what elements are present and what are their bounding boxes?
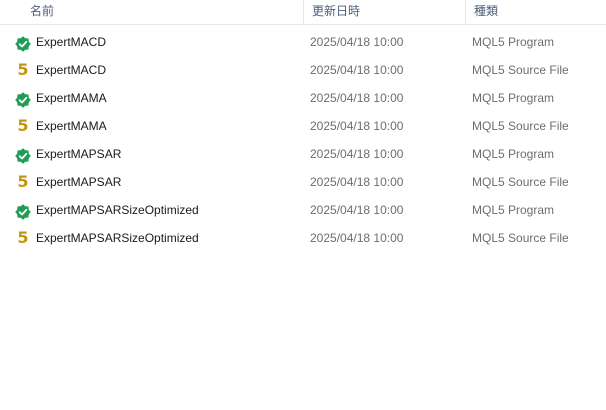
- file-type: MQL5 Program: [472, 91, 555, 105]
- file-date-modified: 2025/04/18 10:00: [310, 175, 404, 189]
- file-date-modified: 2025/04/18 10:00: [310, 203, 404, 217]
- file-row[interactable]: ExpertMAPSAR 2025/04/18 10:00 MQL5 Program: [0, 140, 606, 168]
- file-row[interactable]: 5 ExpertMAPSAR 2025/04/18 10:00 MQL5 Source…: [0, 168, 606, 196]
- file-name: ExpertMACD: [36, 35, 107, 49]
- file-row[interactable]: ExpertMAPSARSizeOptimized 2025/04/18 10:0…: [0, 196, 606, 224]
- mql5-source-icon: 5: [17, 116, 29, 135]
- mql5-source-icon: 5: [17, 60, 29, 79]
- file-name: ExpertMAMA: [36, 119, 107, 133]
- mql5-source-icon: 5: [17, 172, 29, 191]
- file-explorer-details-view: ^ 名前 更新日時 種類 ExpertMACD 2025/04/18 10:00 M…: [0, 0, 606, 410]
- file-type: MQL5 Source File: [472, 175, 569, 189]
- file-row[interactable]: ExpertMAMA 2025/04/18 10:00 MQL5 Program: [0, 84, 606, 112]
- file-name: ExpertMACD: [36, 63, 107, 77]
- column-header-name[interactable]: 名前: [0, 0, 303, 24]
- file-row[interactable]: 5 ExpertMACD 2025/04/18 10:00 MQL5 Source F…: [0, 56, 606, 84]
- file-name: ExpertMAMA: [36, 91, 107, 105]
- file-name: ExpertMAPSARSizeOptimized: [36, 203, 199, 217]
- column-header-date-modified[interactable]: 更新日時: [303, 0, 465, 24]
- file-name: ExpertMAPSARSizeOptimized: [36, 231, 199, 245]
- file-row[interactable]: 5 ExpertMAPSARSizeOptimized 2025/04/18 10:…: [0, 224, 606, 252]
- file-date-modified: 2025/04/18 10:00: [310, 63, 404, 77]
- file-type: MQL5 Program: [472, 147, 555, 161]
- file-list: ExpertMACD 2025/04/18 10:00 MQL5 Program 5 E…: [0, 28, 606, 252]
- file-row[interactable]: 5 ExpertMAMA 2025/04/18 10:00 MQL5 Source F…: [0, 112, 606, 140]
- file-date-modified: 2025/04/18 10:00: [310, 147, 404, 161]
- file-date-modified: 2025/04/18 10:00: [310, 231, 404, 245]
- file-date-modified: 2025/04/18 10:00: [310, 119, 404, 133]
- file-date-modified: 2025/04/18 10:00: [310, 91, 404, 105]
- mql5-program-icon: [15, 90, 31, 108]
- file-row[interactable]: ExpertMACD 2025/04/18 10:00 MQL5 Program: [0, 28, 606, 56]
- file-type: MQL5 Source File: [472, 231, 569, 245]
- column-header-bar: ^ 名前 更新日時 種類: [0, 0, 606, 25]
- file-type: MQL5 Source File: [472, 63, 569, 77]
- file-name: ExpertMAPSAR: [36, 175, 122, 189]
- mql5-program-icon: [15, 146, 31, 164]
- mql5-program-icon: [15, 202, 31, 220]
- file-type: MQL5 Program: [472, 203, 555, 217]
- column-header-type[interactable]: 種類: [465, 0, 606, 24]
- file-name: ExpertMAPSAR: [36, 147, 122, 161]
- file-type: MQL5 Program: [472, 35, 555, 49]
- mql5-source-icon: 5: [17, 228, 29, 247]
- file-date-modified: 2025/04/18 10:00: [310, 35, 404, 49]
- file-type: MQL5 Source File: [472, 119, 569, 133]
- mql5-program-icon: [15, 34, 31, 52]
